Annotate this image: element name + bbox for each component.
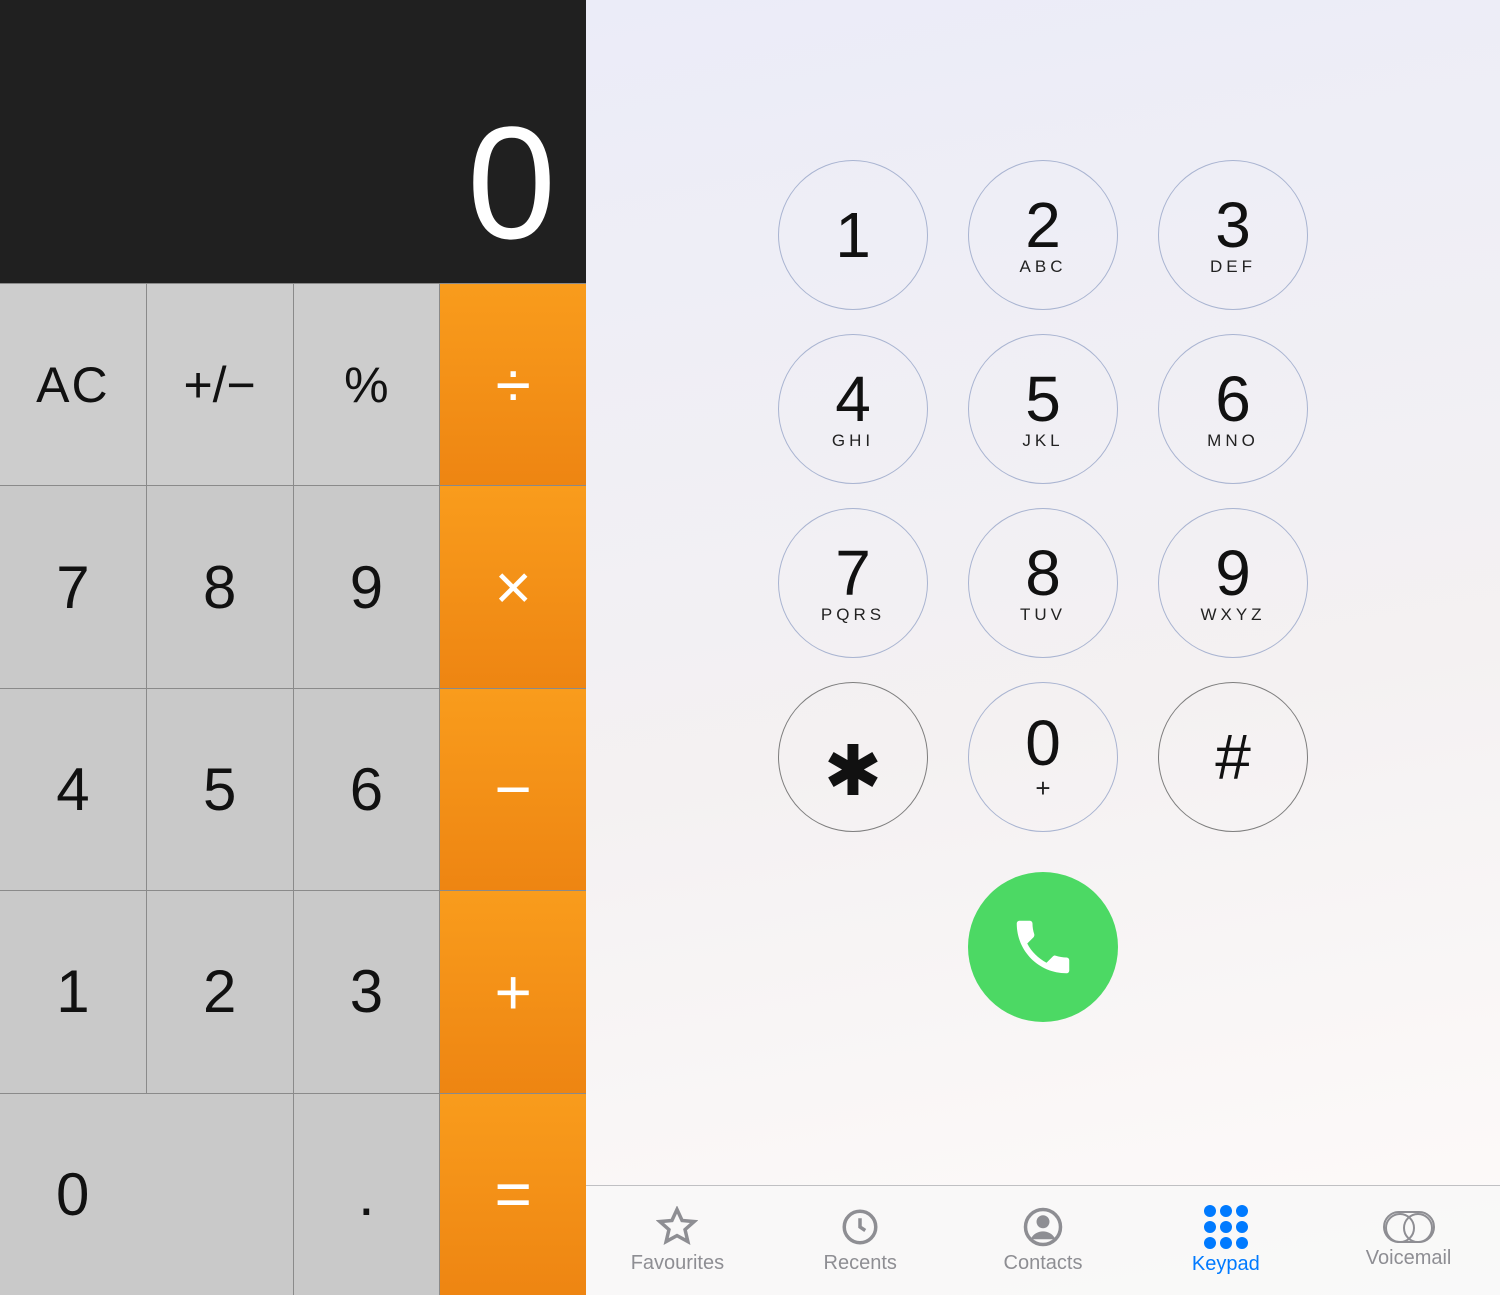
tab-label: Keypad [1192, 1253, 1260, 1276]
digit-sublabel: MNO [1207, 431, 1259, 451]
digit-8-button[interactable]: 8 [147, 486, 293, 687]
digit-label: 6 [1215, 367, 1251, 431]
contacts-icon [1022, 1206, 1064, 1248]
dial-7-button[interactable]: 7PQRS [778, 508, 928, 658]
phone-tabbar: Favourites Recents Contacts Keypad Voice… [586, 1185, 1500, 1295]
tab-label: Favourites [631, 1252, 724, 1275]
keypad-icon [1204, 1205, 1248, 1249]
digit-label: 2 [1025, 193, 1061, 257]
digit-2-button[interactable]: 2 [147, 891, 293, 1092]
divide-button[interactable]: ÷ [440, 284, 586, 485]
decimal-button[interactable]: . [294, 1094, 440, 1295]
dial-8-button[interactable]: 8TUV [968, 508, 1118, 658]
phone-app: 1 2ABC 3DEF 4GHI 5JKL 6MNO 7PQRS 8TUV 9W… [586, 0, 1500, 1295]
dial-6-button[interactable]: 6MNO [1158, 334, 1308, 484]
digit-label: 1 [835, 203, 871, 267]
digit-sublabel: + [1035, 773, 1050, 804]
digit-4-button[interactable]: 4 [0, 689, 146, 890]
digit-label: 5 [1025, 367, 1061, 431]
calculator-display: 0 [0, 0, 586, 283]
dial-3-button[interactable]: 3DEF [1158, 160, 1308, 310]
digit-0-button[interactable]: 0 [0, 1094, 293, 1295]
digit-5-button[interactable]: 5 [147, 689, 293, 890]
digit-sublabel: DEF [1210, 257, 1256, 277]
digit-6-button[interactable]: 6 [294, 689, 440, 890]
clock-icon [839, 1206, 881, 1248]
tab-favourites[interactable]: Favourites [586, 1186, 769, 1295]
dial-9-button[interactable]: 9WXYZ [1158, 508, 1308, 658]
digit-label: ✱ [824, 736, 883, 806]
tab-label: Voicemail [1366, 1247, 1452, 1270]
star-icon [656, 1206, 698, 1248]
dial-star-button[interactable]: ✱ [778, 682, 928, 832]
calculator-app: 0 AC +/− % ÷ 7 8 9 × 4 5 6 − 1 2 3 + 0 .… [0, 0, 586, 1295]
multiply-button[interactable]: × [440, 486, 586, 687]
digit-3-button[interactable]: 3 [294, 891, 440, 1092]
tab-label: Contacts [1004, 1252, 1083, 1275]
digit-label: 9 [1215, 541, 1251, 605]
digit-label: # [1215, 725, 1251, 789]
sign-button[interactable]: +/− [147, 284, 293, 485]
digit-sublabel: WXYZ [1200, 605, 1265, 625]
plus-button[interactable]: + [440, 891, 586, 1092]
tab-recents[interactable]: Recents [769, 1186, 952, 1295]
digit-sublabel: ABC [1020, 257, 1067, 277]
digit-sublabel: GHI [832, 431, 874, 451]
dial-4-button[interactable]: 4GHI [778, 334, 928, 484]
digit-sublabel: JKL [1022, 431, 1063, 451]
phone-number-display [586, 0, 1500, 140]
tab-voicemail[interactable]: Voicemail [1317, 1186, 1500, 1295]
digit-sublabel: TUV [1020, 605, 1066, 625]
digit-7-button[interactable]: 7 [0, 486, 146, 687]
digit-9-button[interactable]: 9 [294, 486, 440, 687]
digit-label: 0 [1025, 711, 1061, 775]
dial-1-button[interactable]: 1 [778, 160, 928, 310]
tab-contacts[interactable]: Contacts [952, 1186, 1135, 1295]
tab-label: Recents [824, 1252, 897, 1275]
dial-2-button[interactable]: 2ABC [968, 160, 1118, 310]
digit-sublabel: PQRS [821, 605, 885, 625]
call-button[interactable] [968, 872, 1118, 1022]
percent-button[interactable]: % [294, 284, 440, 485]
dial-hash-button[interactable]: # [1158, 682, 1308, 832]
digit-label: 3 [1215, 193, 1251, 257]
digit-label: 8 [1025, 541, 1061, 605]
phone-keypad: 1 2ABC 3DEF 4GHI 5JKL 6MNO 7PQRS 8TUV 9W… [586, 140, 1500, 1185]
tab-keypad[interactable]: Keypad [1134, 1186, 1317, 1295]
calculator-display-value: 0 [467, 103, 556, 263]
phone-icon [1008, 912, 1078, 982]
voicemail-icon [1383, 1211, 1435, 1243]
ac-button[interactable]: AC [0, 284, 146, 485]
dial-5-button[interactable]: 5JKL [968, 334, 1118, 484]
calculator-keypad: AC +/− % ÷ 7 8 9 × 4 5 6 − 1 2 3 + 0 . = [0, 283, 586, 1295]
minus-button[interactable]: − [440, 689, 586, 890]
digit-label: 7 [835, 541, 871, 605]
dial-0-button[interactable]: 0+ [968, 682, 1118, 832]
digit-label: 4 [835, 367, 871, 431]
digit-1-button[interactable]: 1 [0, 891, 146, 1092]
equals-button[interactable]: = [440, 1094, 586, 1295]
